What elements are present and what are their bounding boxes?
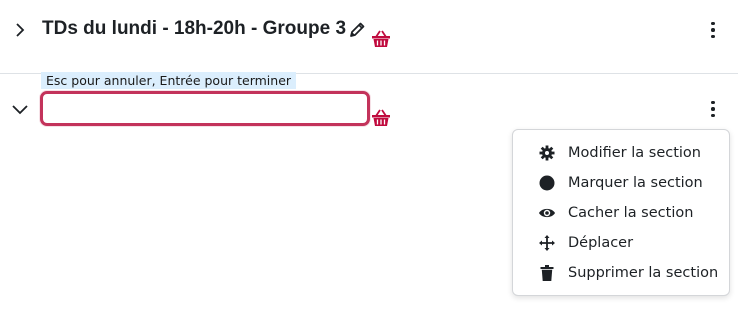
- menu-item-label: Cacher la section: [568, 205, 694, 221]
- pencil-icon[interactable]: [348, 21, 366, 39]
- section-title-input[interactable]: [55, 100, 355, 120]
- chevron-down-icon: [12, 105, 28, 115]
- chevron-right-icon: [16, 23, 25, 37]
- menu-item-label: Marquer la section: [568, 175, 703, 191]
- menu-item-delete-section[interactable]: Supprimer la section: [513, 258, 729, 288]
- eye-icon: [537, 203, 557, 223]
- basket-icon[interactable]: [371, 109, 391, 127]
- section-actions-dropdown: Modifier la section Marquer la section C…: [512, 129, 730, 296]
- menu-item-label: Supprimer la section: [568, 265, 719, 281]
- section-collapse-toggle[interactable]: [9, 98, 31, 120]
- menu-item-highlight-section[interactable]: Marquer la section: [513, 168, 729, 198]
- circle-icon: [537, 173, 557, 193]
- section-title-edit-box[interactable]: [40, 91, 370, 126]
- menu-item-label: Déplacer: [568, 235, 634, 251]
- basket-icon[interactable]: [371, 30, 391, 48]
- section-actions-menu-button[interactable]: [706, 98, 720, 120]
- menu-item-hide-section[interactable]: Cacher la section: [513, 198, 729, 228]
- section-actions-menu-button[interactable]: [706, 19, 720, 41]
- section-collapse-toggle[interactable]: [9, 19, 31, 41]
- trash-icon: [537, 263, 557, 283]
- menu-item-move-section[interactable]: Déplacer: [513, 228, 729, 258]
- section-title[interactable]: TDs du lundi - 18h-20h - Groupe 3: [42, 18, 346, 40]
- gear-icon: [537, 143, 557, 163]
- move-icon: [537, 233, 557, 253]
- menu-item-label: Modifier la section: [568, 145, 701, 161]
- edit-hint: Esc pour annuler, Entrée pour terminer: [41, 72, 297, 89]
- menu-item-edit-section[interactable]: Modifier la section: [513, 138, 729, 168]
